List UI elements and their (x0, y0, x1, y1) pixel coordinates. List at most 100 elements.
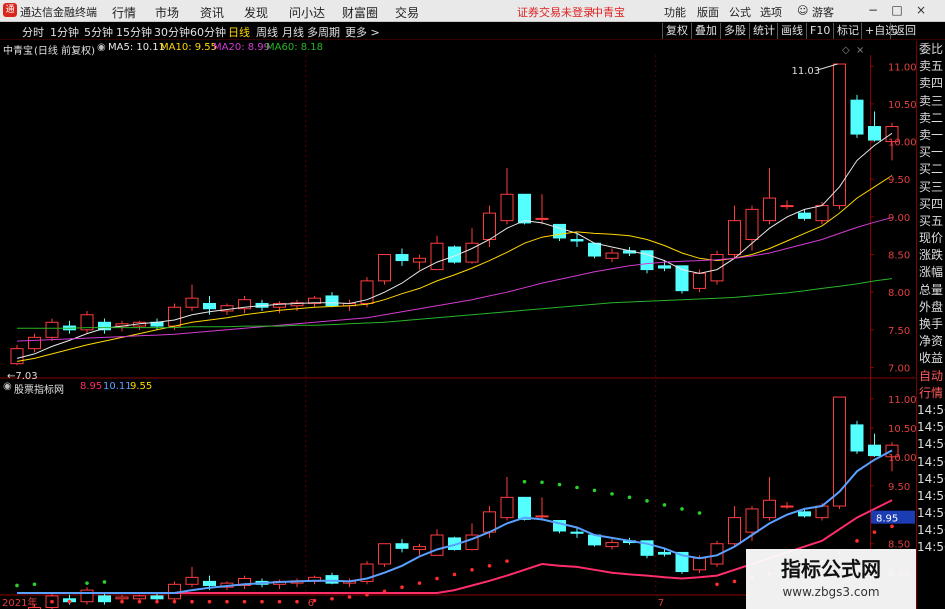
tf-fenshi[interactable]: 分时 (22, 24, 44, 40)
tf-30min[interactable]: 30分钟 (154, 24, 190, 40)
signal-dot-red (172, 599, 177, 604)
side-net-assets[interactable]: 净资 (917, 333, 945, 350)
side-sell4[interactable]: 卖四 (917, 75, 945, 92)
overlay-button[interactable]: 叠加 (691, 23, 720, 39)
tf-1min[interactable]: 1分钟 (50, 24, 79, 40)
current-value-label: 8.95 (876, 514, 898, 525)
fuquan-button[interactable]: 复权 (662, 23, 691, 39)
menu-gongshi[interactable]: 公式 (729, 4, 751, 20)
side-quotes[interactable]: 行情 (917, 385, 945, 402)
candle-body (850, 424, 864, 452)
side-buy3[interactable]: 买三 (917, 179, 945, 196)
candle-body (763, 499, 776, 519)
signal-dot-red (452, 572, 457, 577)
guest-label[interactable]: 游客 (812, 4, 834, 20)
stock-name-link[interactable]: 中青宝 (592, 4, 625, 20)
candle-body (815, 205, 829, 222)
side-sell1[interactable]: 卖一 (917, 127, 945, 144)
signal-dot-red (872, 530, 877, 534)
watermark-url: www.zbgs3.com (782, 585, 880, 599)
high-marker-label: 11.03 (792, 66, 821, 77)
menu-faxian[interactable]: 发现 (244, 4, 268, 21)
tf-15min[interactable]: 15分钟 (116, 24, 152, 40)
quote-side-panel: 委比 卖五 卖四 卖三 卖二 卖一 买一 买二 买三 买四 买五 现价 涨跌 涨… (916, 41, 945, 609)
signal-dot-green (522, 479, 527, 484)
signal-dot-red (67, 599, 72, 604)
signal-dot-red (190, 599, 194, 604)
login-status-notice[interactable]: 证券交易未登录 (517, 4, 594, 20)
tf-daily[interactable]: 日线 (228, 24, 250, 40)
pane-settings-icon[interactable]: ◇ (842, 45, 850, 56)
tick-time: 14:56 (917, 437, 945, 452)
stats-button[interactable]: 统计 (749, 23, 778, 39)
signal-dot-red (207, 599, 212, 604)
menu-zixun[interactable]: 资讯 (200, 4, 224, 21)
signal-dot-red (487, 563, 492, 568)
candle-body (413, 546, 426, 551)
y-tick-label: 9.50 (888, 175, 910, 186)
signal-dot-green (102, 580, 107, 584)
side-weibi[interactable]: 委比 (917, 41, 945, 58)
tf-60min[interactable]: 60分钟 (190, 24, 226, 40)
side-change[interactable]: 涨跌 (917, 247, 945, 264)
signal-dot-red (715, 582, 719, 587)
tf-weekly[interactable]: 周线 (256, 24, 278, 40)
close-icon[interactable]: × (912, 2, 930, 18)
candle-body (868, 444, 881, 457)
menu-shichang[interactable]: 市场 (155, 4, 179, 21)
side-price[interactable]: 现价 (917, 230, 945, 247)
candle-body (203, 302, 216, 310)
candle-body (203, 580, 216, 586)
side-buy1[interactable]: 买一 (917, 144, 945, 161)
menu-xuanxiang[interactable]: 选项 (760, 4, 782, 20)
candle-body (518, 496, 531, 520)
side-volume[interactable]: 总量 (917, 282, 945, 299)
user-icon[interactable]: ☺ (797, 4, 808, 17)
pane-close-icon[interactable]: × (856, 45, 864, 56)
tick-time: 14:56 (917, 454, 945, 469)
side-outer[interactable]: 外盘 (917, 299, 945, 316)
mark-button[interactable]: 标记 (833, 23, 862, 39)
candle-body (430, 242, 444, 271)
candle-body (10, 348, 24, 365)
candle-body (413, 257, 426, 263)
side-auto[interactable]: 自动 (917, 368, 945, 385)
menu-wenxiaoda[interactable]: 问小达 (289, 4, 325, 21)
candle-body (325, 575, 339, 584)
side-change-pct[interactable]: 涨幅 (917, 264, 945, 281)
chart-canvas[interactable]: 11.03 ←7.03 7.00 7.50 8.00 8.50 9.00 9.50 10.00… (0, 41, 916, 609)
menu-banmian[interactable]: 版面 (697, 4, 719, 20)
tf-5min[interactable]: 5分钟 (84, 24, 113, 40)
side-buy2[interactable]: 买二 (917, 161, 945, 178)
back-button[interactable]: 返回 (890, 23, 919, 39)
menu-caifuquan[interactable]: 财富圈 (342, 4, 378, 21)
side-sell2[interactable]: 卖二 (917, 110, 945, 127)
multi-stock-button[interactable]: 多股 (720, 23, 749, 39)
tick-time: 14:56 (917, 420, 945, 435)
draw-line-button[interactable]: 画线 (777, 23, 806, 39)
side-earnings[interactable]: 收益 (917, 350, 945, 367)
tf-multi[interactable]: 多周期 (307, 24, 340, 40)
tf-more[interactable]: 更多 > (345, 24, 380, 40)
minimize-icon[interactable]: − (864, 2, 882, 18)
side-sell5[interactable]: 卖五 (917, 58, 945, 75)
candle-body (115, 596, 129, 600)
side-sell3[interactable]: 卖三 (917, 93, 945, 110)
maximize-icon[interactable]: □ (888, 2, 906, 18)
side-buy4[interactable]: 买四 (917, 196, 945, 213)
menu-hangqing[interactable]: 行情 (112, 4, 136, 21)
side-buy5[interactable]: 买五 (917, 213, 945, 230)
signal-dot-green (610, 492, 614, 496)
candle-body (430, 534, 444, 556)
menu-gongneng[interactable]: 功能 (664, 4, 686, 20)
candle-body (185, 297, 199, 308)
candle-body (780, 205, 794, 208)
y-tick-label: 10.00 (888, 138, 916, 149)
candle-body (658, 551, 671, 555)
side-turnover[interactable]: 换手 (917, 316, 945, 333)
f10-button[interactable]: F10 (806, 23, 833, 39)
candle-body (605, 542, 619, 548)
menu-jiaoyi[interactable]: 交易 (395, 4, 419, 21)
tick-time: 14:56 (917, 471, 945, 486)
tf-monthly[interactable]: 月线 (282, 24, 304, 40)
